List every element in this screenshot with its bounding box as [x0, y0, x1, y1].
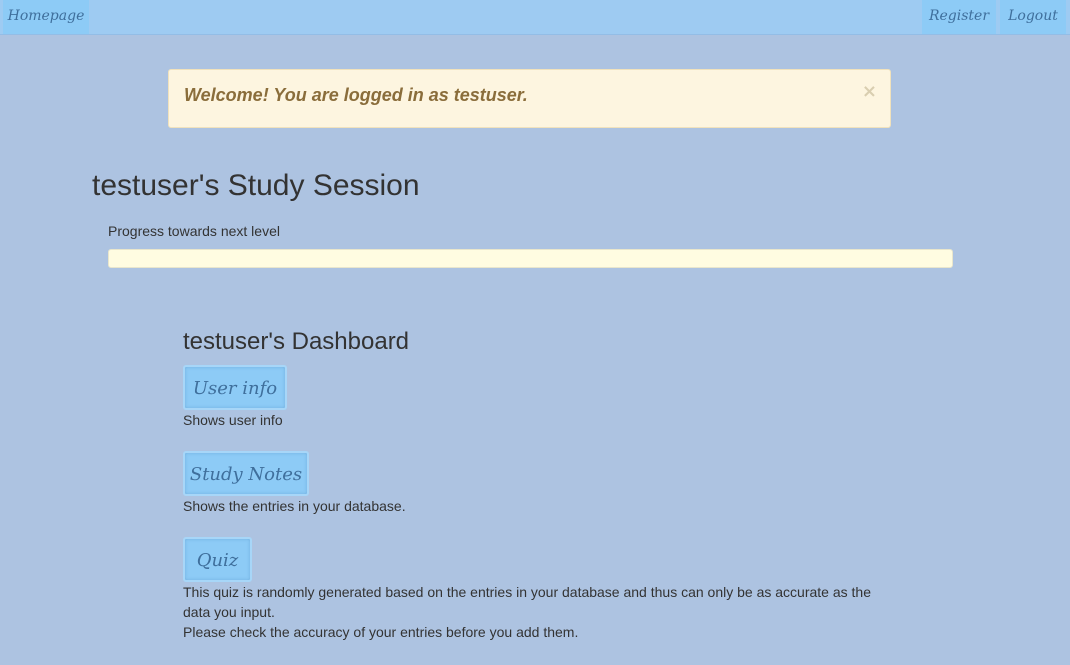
- user-info-description: Shows user info: [183, 412, 283, 428]
- alert-message: Welcome! You are logged in as testuser.: [184, 85, 528, 105]
- dashboard-title: testuser's Dashboard: [183, 328, 410, 355]
- logout-link[interactable]: Logout: [1000, 0, 1066, 34]
- user-info-button[interactable]: User info: [183, 365, 287, 410]
- level-progress-bar: [108, 249, 953, 268]
- progress-label: Progress towards next level: [108, 223, 280, 239]
- quiz-button[interactable]: Quiz: [183, 537, 252, 582]
- quiz-description: This quiz is randomly generated based on…: [183, 582, 903, 642]
- study-notes-button[interactable]: Study Notes: [183, 451, 309, 496]
- quiz-description-line: Please check the accuracy of your entrie…: [183, 624, 579, 640]
- quiz-description-line: This quiz is randomly generated based on…: [183, 584, 871, 600]
- quiz-description-line: data you input.: [183, 604, 275, 620]
- welcome-alert: Welcome! You are logged in as testuser. …: [168, 69, 891, 128]
- page-title: testuser's Study Session: [92, 169, 420, 202]
- top-navbar: Homepage Register Logout: [0, 0, 1070, 35]
- study-notes-description: Shows the entries in your database.: [183, 498, 406, 514]
- homepage-link[interactable]: Homepage: [3, 0, 89, 34]
- register-link[interactable]: Register: [922, 0, 996, 34]
- close-icon[interactable]: ×: [862, 83, 877, 101]
